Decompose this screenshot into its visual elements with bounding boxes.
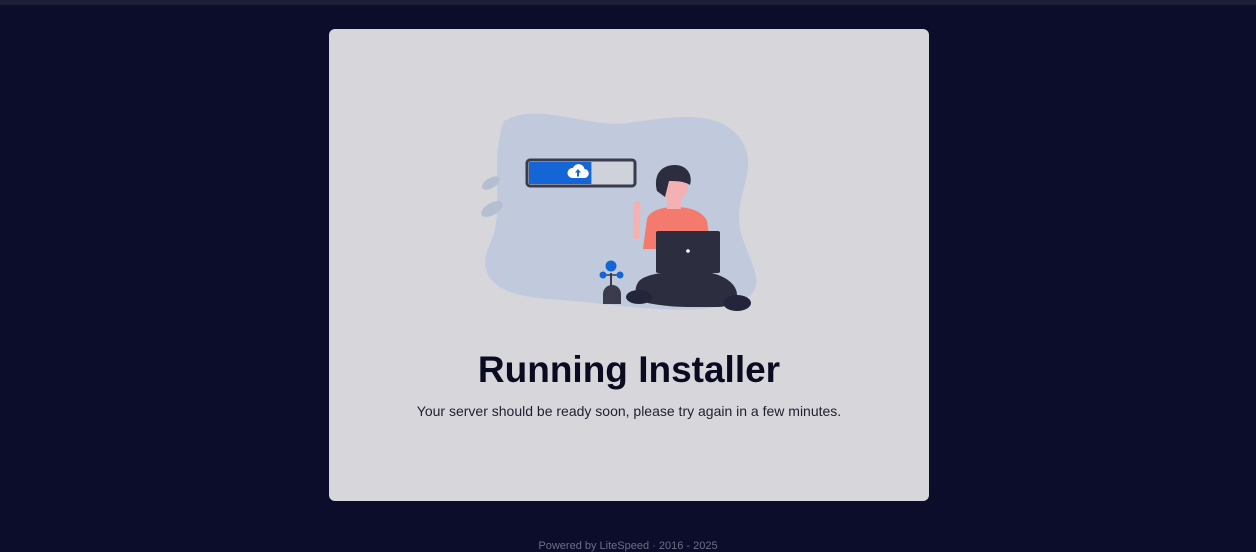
page-title: Running Installer	[477, 349, 781, 390]
status-message: Your server should be ready soon, please…	[416, 403, 842, 419]
installer-card: Running Installer Your server should be …	[329, 29, 929, 501]
footer-text: Powered by LiteSpeed · 2016 - 2025	[538, 540, 718, 552]
installer-illustration	[481, 113, 757, 311]
top-strip	[0, 0, 1256, 5]
